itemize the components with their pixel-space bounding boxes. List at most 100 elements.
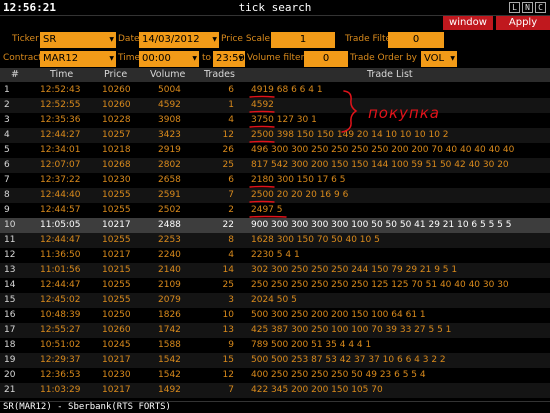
- row-number: 6: [4, 160, 10, 170]
- time-from-select[interactable]: 00:00 ▼: [139, 51, 199, 67]
- row-volume: 1742: [158, 325, 181, 335]
- ticker-label: Ticker: [12, 34, 39, 44]
- window-menu-button[interactable]: window: [443, 16, 493, 30]
- contract-label: Contract: [3, 53, 42, 63]
- row-price: 10260: [102, 100, 131, 110]
- row-number: 5: [4, 145, 10, 155]
- row-number: 2: [4, 100, 10, 110]
- new-window-control-button[interactable]: N: [522, 2, 533, 13]
- row-trades: 12: [222, 370, 234, 380]
- price-scale-input[interactable]: 1: [271, 32, 335, 48]
- table-row[interactable]: 18 10:51:02 10245 1588 9 789 500 200 51 …: [0, 338, 550, 353]
- row-number: 20: [4, 370, 16, 380]
- row-time: 12:44:27: [40, 130, 81, 140]
- column-header-trade-list[interactable]: Trade List: [367, 69, 413, 80]
- table-row[interactable]: 8 12:44:40 10255 2591 7 2500 20 20 20 16…: [0, 188, 550, 203]
- close-control-button[interactable]: C: [535, 2, 546, 13]
- row-price: 10257: [102, 130, 131, 140]
- row-price: 10230: [102, 175, 131, 185]
- row-number: 1: [4, 85, 10, 95]
- row-trades: 3: [228, 295, 234, 305]
- row-price: 10268: [102, 160, 131, 170]
- column-header-volume[interactable]: Volume: [150, 69, 185, 80]
- row-trades: 26: [222, 145, 234, 155]
- row-volume: 2253: [158, 235, 181, 245]
- row-time: 12:44:40: [40, 190, 81, 200]
- table-row[interactable]: 4 12:44:27 10257 3423 12 2500 398 150 15…: [0, 128, 550, 143]
- row-trades: 7: [228, 190, 234, 200]
- row-price: 10217: [102, 385, 131, 395]
- row-time: 12:29:37: [40, 355, 81, 365]
- table-row-selected[interactable]: 10 11:05:05 10217 2488 22 900 300 300 30…: [0, 218, 550, 233]
- row-price: 10215: [102, 265, 131, 275]
- column-header-trades[interactable]: Trades: [204, 69, 235, 80]
- row-volume: 1492: [158, 385, 181, 395]
- table-row[interactable]: 12 11:36:50 10217 2240 4 2230 5 4 1: [0, 248, 550, 263]
- trade-filter-input[interactable]: 0: [388, 32, 444, 48]
- table-row[interactable]: 15 12:45:02 10255 2079 3 2024 50 5: [0, 293, 550, 308]
- row-time: 10:51:02: [40, 340, 81, 350]
- table-row[interactable]: 5 12:34:01 10218 2919 26 496 300 300 250…: [0, 143, 550, 158]
- column-header-time[interactable]: Time: [50, 69, 73, 80]
- row-price: 10228: [102, 115, 131, 125]
- row-trade-list: 789 500 200 51 35 4 4 4 1: [251, 340, 372, 350]
- volume-filter-input[interactable]: 0: [304, 51, 348, 67]
- row-trade-list: 302 300 250 250 250 244 150 79 29 21 9 5…: [251, 265, 458, 275]
- row-trades: 2: [228, 205, 234, 215]
- table-row[interactable]: 2 12:52:55 10260 4592 1 4592: [0, 98, 550, 113]
- contract-select[interactable]: MAR12 ▼: [40, 51, 116, 67]
- row-price: 10255: [102, 190, 131, 200]
- row-time: 11:01:56: [40, 265, 81, 275]
- table-row[interactable]: 13 11:01:56 10215 2140 14 302 300 250 25…: [0, 263, 550, 278]
- table-row[interactable]: 14 12:44:47 10255 2109 25 250 250 250 25…: [0, 278, 550, 293]
- row-trades: 25: [222, 160, 234, 170]
- table-row[interactable]: 19 12:29:37 10217 1542 15 500 500 253 87…: [0, 353, 550, 368]
- row-volume: 4592: [158, 100, 181, 110]
- row-trade-list: 2180 300 150 17 6 5: [251, 175, 346, 185]
- table-row[interactable]: 17 12:55:27 10260 1742 13 425 387 300 25…: [0, 323, 550, 338]
- row-trades: 12: [222, 130, 234, 140]
- row-trade-list: 1628 300 150 70 50 40 10 5: [251, 235, 380, 245]
- date-select[interactable]: 14/03/2012 ▼: [139, 32, 219, 48]
- row-volume: 2109: [158, 280, 181, 290]
- table-row[interactable]: 7 12:37:22 10230 2658 6 2180 300 150 17 …: [0, 173, 550, 188]
- dropdown-arrow-icon: ▼: [450, 55, 455, 62]
- table-row[interactable]: 16 10:48:39 10250 1826 10 500 300 250 20…: [0, 308, 550, 323]
- time-to-select[interactable]: 23:59 ▼: [213, 51, 245, 67]
- row-trade-list: 2500 20 20 20 16 9 6: [251, 190, 349, 200]
- row-trades: 25: [222, 280, 234, 290]
- link-control-button[interactable]: L: [509, 2, 520, 13]
- ticker-select[interactable]: SR ▼: [40, 32, 116, 48]
- table-row[interactable]: 3 12:35:36 10228 3908 4 3750 127 30 1: [0, 113, 550, 128]
- table-row[interactable]: 20 12:36:53 10230 1542 12 400 250 250 25…: [0, 368, 550, 383]
- column-header-price[interactable]: Price: [104, 69, 127, 80]
- dropdown-arrow-icon: ▼: [109, 55, 114, 62]
- row-time: 11:36:50: [40, 250, 81, 260]
- row-price: 10255: [102, 295, 131, 305]
- table-row[interactable]: 1 12:52:43 10260 5004 6 4919 68 6 6 4 1: [0, 83, 550, 98]
- row-volume: 2488: [158, 220, 181, 230]
- row-time: 11:03:29: [40, 385, 81, 395]
- table-row[interactable]: 9 12:44:57 10255 2502 2 2497 5: [0, 203, 550, 218]
- row-time: 12:44:47: [40, 280, 81, 290]
- row-trade-list: 496 300 300 250 250 250 250 200 200 70 4…: [251, 145, 515, 155]
- table-row[interactable]: 21 11:03:29 10217 1492 7 422 345 200 200…: [0, 383, 550, 398]
- row-trade-list: 500 300 250 200 200 150 100 64 61 1: [251, 310, 426, 320]
- table-row[interactable]: 6 12:07:07 10268 2802 25 817 542 300 200…: [0, 158, 550, 173]
- row-time: 12:52:43: [40, 85, 81, 95]
- apply-button[interactable]: Apply: [496, 16, 550, 30]
- table-row[interactable]: 11 12:44:47 10255 2253 8 1628 300 150 70…: [0, 233, 550, 248]
- row-price: 10255: [102, 280, 131, 290]
- row-number: 16: [4, 310, 16, 320]
- row-trades: 22: [222, 220, 234, 230]
- row-time: 12:45:02: [40, 295, 81, 305]
- row-volume: 2240: [158, 250, 181, 260]
- row-time: 12:44:47: [40, 235, 81, 245]
- row-trade-list: 900 300 300 300 300 100 50 50 50 41 29 2…: [251, 220, 512, 230]
- column-header-num[interactable]: #: [11, 69, 19, 80]
- row-number: 17: [4, 325, 16, 335]
- row-volume: 1588: [158, 340, 181, 350]
- row-price: 10255: [102, 205, 131, 215]
- trade-order-select[interactable]: VOL ▼: [421, 51, 457, 67]
- window-title: tick search: [238, 1, 312, 14]
